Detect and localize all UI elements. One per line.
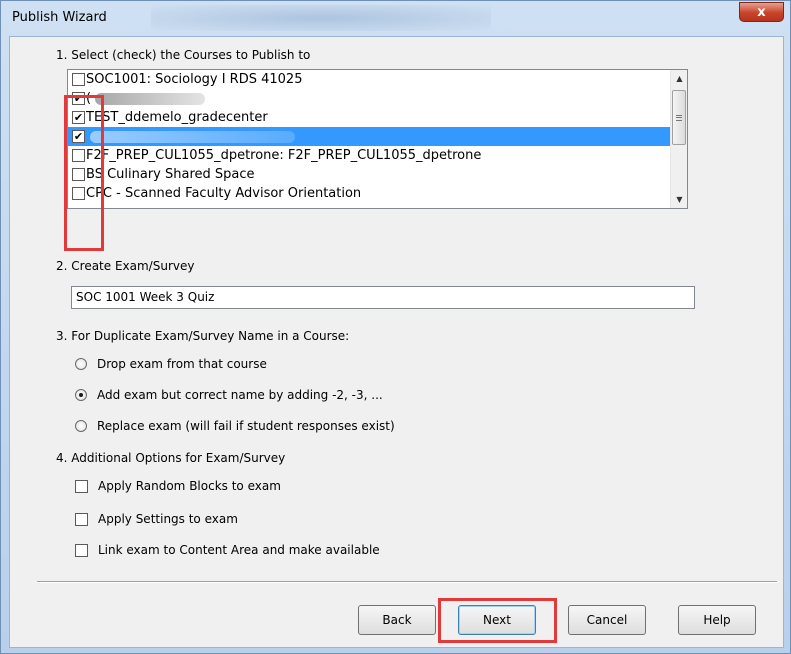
option-link-content-area[interactable]: Link exam to Content Area and make avail…	[75, 543, 380, 557]
course-checkbox[interactable]	[72, 187, 85, 200]
course-checkbox[interactable]	[72, 73, 85, 86]
next-button[interactable]: Next	[458, 605, 536, 635]
section2-label: 2. Create Exam/Survey	[56, 259, 195, 273]
radio-add-exam[interactable]: Add exam but correct name by adding -2, …	[75, 388, 383, 402]
redacted-text	[90, 130, 295, 143]
course-label: (	[86, 91, 92, 106]
publish-wizard-window: Publish Wizard x 1. Select (check) the C…	[0, 0, 791, 654]
course-item[interactable]: SOC1001: Sociology I RDS 41025	[68, 70, 670, 89]
help-button[interactable]: Help	[678, 605, 756, 635]
option-label: Apply Settings to exam	[98, 512, 238, 526]
courses-list: SOC1001: Sociology I RDS 41025 ✔ ( ✔ TES…	[68, 70, 670, 203]
option-checkbox[interactable]	[75, 512, 88, 526]
radio-button[interactable]	[75, 420, 87, 432]
section4-label: 4. Additional Options for Exam/Survey	[56, 451, 286, 465]
course-label: CPC - Scanned Faculty Advisor Orientatio…	[86, 186, 362, 201]
course-checkbox[interactable]	[72, 149, 85, 162]
radio-button[interactable]	[75, 358, 87, 370]
course-label: TEST_ddemelo_gradecenter	[86, 110, 268, 125]
radio-label: Replace exam (will fail if student respo…	[97, 419, 395, 433]
option-checkbox[interactable]	[75, 479, 88, 493]
course-checkbox[interactable]: ✔	[72, 92, 85, 105]
section1-label: 1. Select (check) the Courses to Publish…	[56, 48, 311, 62]
window-title: Publish Wizard	[12, 10, 107, 25]
course-item[interactable]: BS Culinary Shared Space	[68, 165, 670, 184]
course-checkbox[interactable]: ✔	[72, 130, 85, 143]
back-button[interactable]: Back	[358, 605, 436, 635]
title-blur	[151, 5, 491, 31]
section3-label: 3. For Duplicate Exam/Survey Name in a C…	[56, 329, 350, 343]
scroll-thumb[interactable]	[672, 90, 686, 145]
course-item[interactable]: CPC - Scanned Faculty Advisor Orientatio…	[68, 184, 670, 203]
radio-drop-exam[interactable]: Drop exam from that course	[75, 357, 267, 371]
option-label: Apply Random Blocks to exam	[98, 479, 281, 493]
option-random-blocks[interactable]: Apply Random Blocks to exam	[75, 479, 281, 493]
radio-label: Add exam but correct name by adding -2, …	[97, 388, 383, 402]
radio-label: Drop exam from that course	[97, 357, 267, 371]
course-item[interactable]: ✔ TEST_ddemelo_gradecenter	[68, 108, 670, 127]
close-icon: x	[757, 4, 766, 20]
course-checkbox[interactable]: ✔	[72, 111, 85, 124]
course-checkbox[interactable]	[72, 168, 85, 181]
course-label: SOC1001: Sociology I RDS 41025	[86, 72, 303, 87]
course-label: F2F_PREP_CUL1055_dpetrone: F2F_PREP_CUL1…	[86, 148, 482, 163]
radio-button-selected[interactable]	[75, 389, 87, 401]
scroll-down-arrow-icon[interactable]: ▼	[671, 191, 687, 208]
radio-replace-exam[interactable]: Replace exam (will fail if student respo…	[75, 419, 395, 433]
course-item-selected[interactable]: ✔	[68, 127, 670, 146]
scroll-up-arrow-icon[interactable]: ▲	[671, 70, 687, 87]
option-label: Link exam to Content Area and make avail…	[98, 543, 380, 557]
course-item[interactable]: F2F_PREP_CUL1055_dpetrone: F2F_PREP_CUL1…	[68, 146, 670, 165]
option-apply-settings[interactable]: Apply Settings to exam	[75, 512, 238, 526]
redacted-text	[95, 92, 206, 105]
title-bar[interactable]: Publish Wizard x	[1, 1, 790, 35]
option-checkbox[interactable]	[75, 543, 88, 557]
course-label: BS Culinary Shared Space	[86, 167, 255, 182]
footer-divider	[37, 581, 777, 583]
courses-listbox[interactable]: SOC1001: Sociology I RDS 41025 ✔ ( ✔ TES…	[67, 69, 688, 209]
exam-name-input[interactable]: SOC 1001 Week 3 Quiz	[71, 286, 695, 309]
courses-scrollbar[interactable]: ▲ ▼	[670, 70, 687, 208]
cancel-button[interactable]: Cancel	[568, 605, 646, 635]
close-button[interactable]: x	[739, 2, 784, 22]
grip-icon	[676, 114, 682, 121]
course-item[interactable]: ✔ (	[68, 89, 670, 108]
